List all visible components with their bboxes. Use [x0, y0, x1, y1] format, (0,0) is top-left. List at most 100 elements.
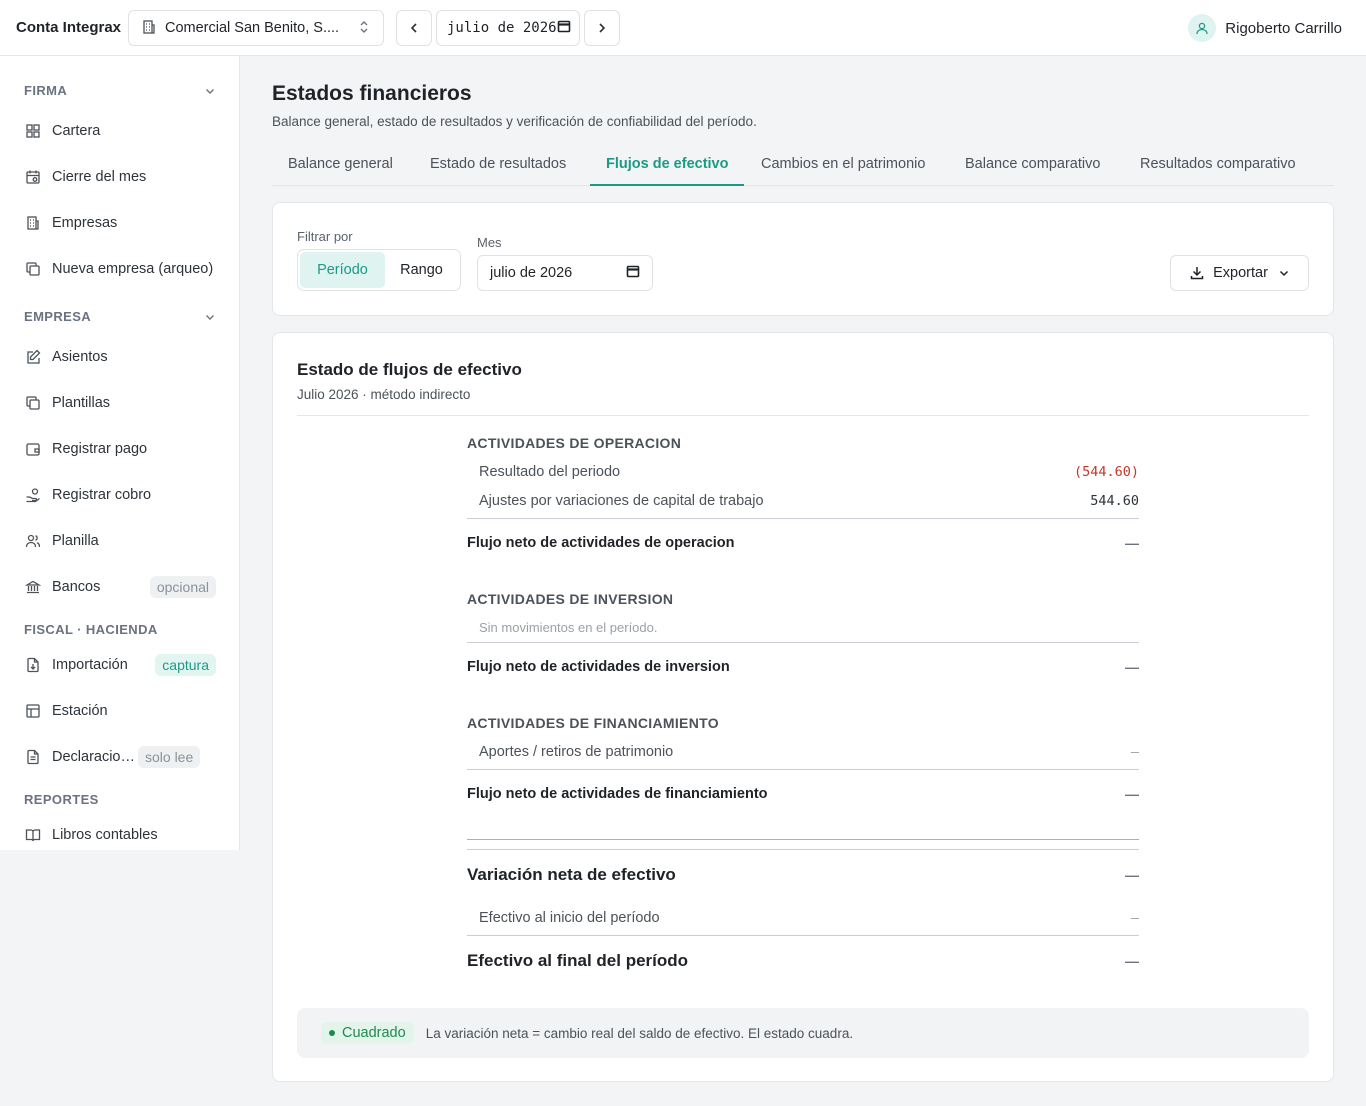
sidebar: FIRMA Cartera Cierre del mes Empresas Nu…	[0, 56, 240, 850]
sidebar-item-label: Plantillas	[52, 395, 111, 411]
closing-cash-amount: —	[1125, 953, 1139, 969]
sidebar-section-firma[interactable]: FIRMA	[24, 83, 216, 98]
chevron-down-icon	[206, 314, 214, 320]
tab-balance-comparativo[interactable]: Balance comparativo	[949, 142, 1116, 186]
divider	[467, 935, 1139, 936]
book-icon	[24, 826, 42, 844]
month-input[interactable]: julio de 2026	[477, 255, 653, 291]
tab-balance-general[interactable]: Balance general	[272, 142, 409, 186]
sidebar-item-empresas[interactable]: Empresas	[24, 211, 216, 235]
sidebar-item-plantillas[interactable]: Plantillas	[24, 391, 216, 415]
sidebar-item-registrar-cobro[interactable]: Registrar cobro	[24, 483, 216, 507]
statement-line: Resultado del periodo (544.60)	[467, 464, 1139, 480]
users-icon	[24, 532, 42, 550]
filter-option-rango[interactable]: Rango	[385, 252, 458, 288]
copy-icon	[24, 394, 42, 412]
sidebar-item-registrar-pago[interactable]: Registrar pago	[24, 437, 216, 461]
brand-name: Conta Integrax	[16, 19, 122, 36]
prev-month-button[interactable]	[396, 10, 432, 46]
total-row-investing: Flujo neto de actividades de inversion —	[467, 659, 1139, 675]
page-subtitle: Balance general, estado de resultados y …	[272, 114, 757, 129]
total-label: Flujo neto de actividades de inversion	[467, 659, 730, 675]
bank-icon	[24, 578, 42, 596]
section-heading-text: ACTIVIDADES DE OPERACION	[467, 435, 682, 451]
calendar-icon[interactable]	[626, 264, 640, 282]
statement-subtitle: Julio 2026 · método indirecto	[297, 387, 471, 402]
reconciliation-status: Cuadrado La variación neta = cambio real…	[297, 1008, 1309, 1058]
sidebar-item-label: Registrar cobro	[52, 487, 152, 503]
sidebar-item-bancos[interactable]: Bancos opcional	[24, 575, 216, 599]
status-badge-label: Cuadrado	[342, 1025, 406, 1041]
user-menu[interactable]: Rigoberto Carrillo	[1188, 14, 1342, 42]
export-label: Exportar	[1213, 265, 1268, 281]
section-title: REPORTES	[24, 792, 99, 807]
sidebar-item-label: Empresas	[52, 215, 118, 231]
filter-option-periodo[interactable]: Período	[300, 252, 385, 288]
net-change-label: Variación neta de efectivo	[467, 865, 676, 884]
sidebar-section-fiscal: FISCAL · HACIENDA	[24, 622, 216, 637]
status-message: La variación neta = cambio real del sald…	[425, 1025, 854, 1041]
net-change-row: Variación neta de efectivo —	[467, 865, 1139, 885]
chevron-down-icon	[206, 88, 214, 94]
total-row-financing: Flujo neto de actividades de financiamie…	[467, 786, 1139, 802]
sidebar-item-declaraciones[interactable]: Declaraciones solo lee	[24, 745, 216, 769]
sidebar-item-importacion[interactable]: Importación captura	[24, 653, 216, 677]
sidebar-item-cartera[interactable]: Cartera	[24, 119, 216, 143]
total-amount: —	[1125, 786, 1139, 802]
status-badge: Cuadrado	[321, 1022, 414, 1044]
opening-cash-row: Efectivo al inicio del período —	[467, 910, 1139, 926]
chevron-up-down-icon	[357, 20, 371, 37]
edit-icon	[24, 348, 42, 366]
read-only-badge: solo lee	[138, 746, 201, 768]
calendar-icon[interactable]	[557, 19, 571, 37]
building-icon	[24, 214, 42, 232]
divider	[467, 518, 1139, 519]
divider	[467, 769, 1139, 770]
sidebar-item-label: Importación	[52, 657, 128, 673]
tab-estado-de-resultados[interactable]: Estado de resultados	[414, 142, 582, 186]
cash-flow-statement-card: Estado de flujos de efectivo Julio 2026 …	[272, 332, 1334, 1082]
sidebar-item-label: Cierre del mes	[52, 169, 147, 185]
month-label: Mes	[477, 235, 502, 250]
sidebar-section-reportes: REPORTES	[24, 792, 216, 807]
grid-icon	[24, 122, 42, 140]
statement-title: Estado de flujos de efectivo	[297, 360, 522, 379]
chevron-down-icon	[1279, 270, 1288, 277]
user-name: Rigoberto Carrillo	[1225, 19, 1342, 37]
top-month-input[interactable]: julio de 2026	[436, 10, 580, 46]
line-amount: 544.60	[1090, 493, 1139, 509]
company-selector[interactable]: Comercial San Benito, S....	[128, 10, 384, 46]
total-label: Flujo neto de actividades de financiamie…	[467, 786, 768, 802]
sidebar-item-label: Declaraciones	[52, 749, 138, 765]
chevron-left-icon	[410, 23, 417, 33]
optional-badge: opcional	[149, 576, 216, 598]
total-amount: —	[1125, 659, 1139, 675]
tab-flujos-de-efectivo[interactable]: Flujos de efectivo	[590, 142, 745, 186]
sidebar-item-cierre-del-mes[interactable]: Cierre del mes	[24, 165, 216, 189]
filter-card: Filtrar por Período Rango Mes julio de 2…	[272, 202, 1334, 316]
export-button[interactable]: Exportar	[1170, 255, 1309, 291]
sidebar-item-estacion[interactable]: Estación	[24, 699, 216, 723]
sidebar-item-asientos[interactable]: Asientos	[24, 345, 216, 369]
sidebar-item-label: Asientos	[52, 349, 108, 365]
sidebar-item-planilla[interactable]: Planilla	[24, 529, 216, 553]
table-icon	[24, 702, 42, 720]
tab-resultados-comparativo[interactable]: Resultados comparativo	[1124, 142, 1312, 186]
section-heading-operating: ACTIVIDADES DE OPERACION	[467, 435, 1139, 451]
hand-coins-icon	[24, 486, 42, 504]
line-label: Resultado del periodo	[479, 464, 621, 480]
top-month-value: julio de 2026	[447, 20, 557, 36]
file-import-icon	[24, 656, 42, 674]
sidebar-item-libros-contables[interactable]: Libros contables	[24, 823, 216, 847]
sidebar-section-empresa[interactable]: EMPRESA	[24, 309, 216, 324]
empty-note: Sin movimientos en el período.	[479, 620, 658, 635]
closing-cash-row: Efectivo al final del período —	[467, 951, 1139, 971]
company-name: Comercial San Benito, S....	[165, 20, 340, 36]
statement-note: Sin movimientos en el período.	[467, 620, 1139, 635]
section-title: EMPRESA	[24, 309, 92, 324]
sidebar-item-nueva-empresa[interactable]: Nueva empresa (arqueo)	[24, 257, 216, 281]
user-icon	[1196, 22, 1208, 35]
tab-cambios-en-el-patrimonio[interactable]: Cambios en el patrimonio	[745, 142, 941, 186]
next-month-button[interactable]	[584, 10, 620, 46]
report-tabs: Balance general Estado de resultados Flu…	[272, 142, 1334, 186]
